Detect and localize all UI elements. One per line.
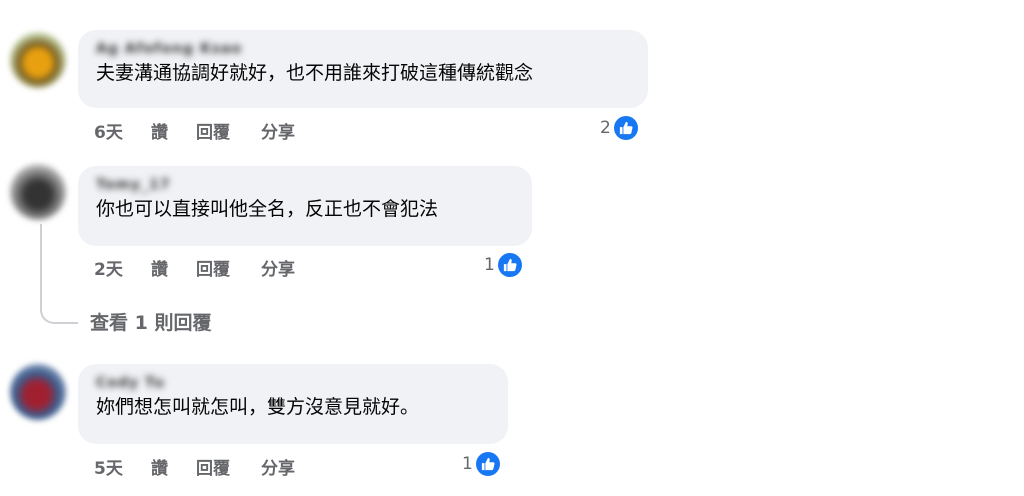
reaction-count[interactable]: 2	[600, 116, 638, 140]
thumbs-up-icon	[497, 253, 522, 277]
reply-button[interactable]: 回覆	[196, 454, 261, 479]
like-button[interactable]: 讚	[151, 454, 196, 479]
commenter-name[interactable]: Ag Afofong Ksao	[96, 41, 242, 57]
view-replies-link[interactable]: 查看 1 則回覆	[90, 308, 211, 335]
reply-button[interactable]: 回覆	[196, 118, 261, 143]
like-button[interactable]: 讚	[151, 118, 196, 143]
thumbs-up-icon	[613, 116, 638, 140]
commenter-name[interactable]: Cody Tu	[96, 375, 165, 391]
like-count: 1	[484, 255, 495, 275]
comment-bubble: Tomy_17 你也可以直接叫他全名，反正也不會犯法	[78, 166, 532, 246]
share-button[interactable]: 分享	[261, 255, 295, 280]
comment-text: 夫妻溝通協調好就好，也不用誰來打破這種傳統觀念	[96, 62, 534, 84]
comment-text: 妳們想怎叫就怎叫，雙方沒意見就好。	[96, 396, 420, 418]
comment-bubble: Ag Afofong Ksao 夫妻溝通協調好就好，也不用誰來打破這種傳統觀念	[78, 30, 648, 108]
reaction-count[interactable]: 1	[484, 253, 522, 277]
avatar[interactable]	[10, 164, 66, 220]
share-button[interactable]: 分享	[261, 118, 295, 143]
avatar[interactable]	[10, 364, 66, 420]
comment-actions: 6天 讚 回覆 分享	[94, 118, 295, 143]
share-button[interactable]: 分享	[261, 454, 295, 479]
comment-actions: 5天 讚 回覆 分享	[94, 454, 295, 479]
comment-actions: 2天 讚 回覆 分享	[94, 255, 295, 280]
like-count: 1	[462, 454, 473, 474]
comment-timestamp[interactable]: 6天	[94, 118, 151, 143]
reaction-count[interactable]: 1	[462, 452, 500, 476]
like-button[interactable]: 讚	[151, 255, 196, 280]
comment-text: 你也可以直接叫他全名，反正也不會犯法	[96, 198, 439, 220]
like-count: 2	[600, 118, 611, 138]
comment-timestamp[interactable]: 2天	[94, 255, 151, 280]
commenter-name[interactable]: Tomy_17	[96, 177, 171, 193]
comment-timestamp[interactable]: 5天	[94, 454, 151, 479]
comment-bubble: Cody Tu 妳們想怎叫就怎叫，雙方沒意見就好。	[78, 364, 508, 444]
thumbs-up-icon	[475, 452, 500, 476]
reply-thread-line	[40, 224, 78, 324]
avatar[interactable]	[10, 32, 66, 88]
reply-button[interactable]: 回覆	[196, 255, 261, 280]
